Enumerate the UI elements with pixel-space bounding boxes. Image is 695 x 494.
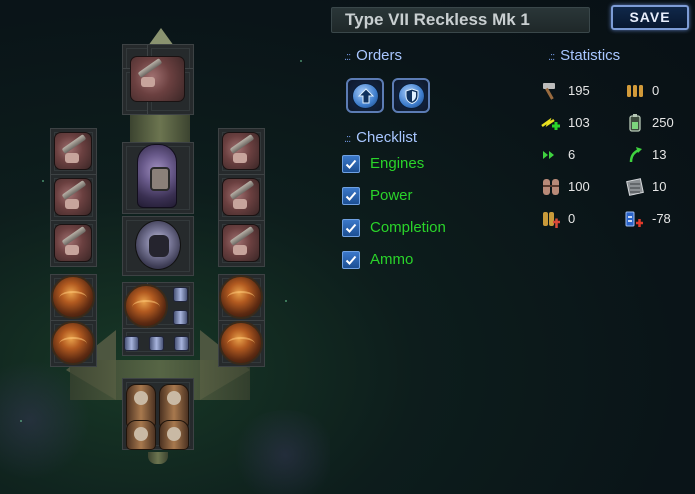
stat-value: 100 xyxy=(568,179,590,194)
checklist-label: Completion xyxy=(370,219,446,236)
hull-tail xyxy=(148,452,168,464)
checklist-label: Ammo xyxy=(370,251,414,268)
stat-value: 13 xyxy=(652,147,667,162)
cannon-component[interactable] xyxy=(222,178,260,216)
turret-component[interactable] xyxy=(130,56,185,102)
checkmark-icon xyxy=(345,191,357,201)
turn-icon xyxy=(629,147,642,163)
checkmark-icon xyxy=(345,223,357,233)
shield-generator-component[interactable] xyxy=(51,321,95,365)
battery-icon xyxy=(629,114,641,132)
stat-value: 10 xyxy=(652,179,667,194)
dots-icon: .:: xyxy=(548,51,555,63)
checkbox[interactable] xyxy=(342,155,360,173)
upkeep-icon xyxy=(543,212,560,228)
ammo-icon xyxy=(627,85,643,97)
orders-heading: .:: Orders xyxy=(344,47,402,64)
hammer-icon xyxy=(543,83,555,100)
ship-design-canvas[interactable] xyxy=(0,0,330,494)
orders-title: Orders xyxy=(356,47,403,64)
dots-icon: .:: xyxy=(344,133,351,145)
star xyxy=(285,300,287,302)
reactor-component[interactable] xyxy=(137,144,177,208)
checkmark-icon xyxy=(345,255,357,265)
shield-generator-component[interactable] xyxy=(124,284,168,328)
dots-icon: .:: xyxy=(344,51,351,63)
save-button[interactable]: SAVE xyxy=(611,5,689,30)
battery-component[interactable] xyxy=(174,336,189,351)
checklist-label: Power xyxy=(370,187,413,204)
cannon-component[interactable] xyxy=(54,224,92,262)
power-balance-icon xyxy=(625,211,643,227)
cannon-component[interactable] xyxy=(54,132,92,170)
stat-value: 195 xyxy=(568,83,590,98)
checkbox[interactable] xyxy=(342,251,360,269)
cannon-component[interactable] xyxy=(222,132,260,170)
checkbox[interactable] xyxy=(342,187,360,205)
stat-value: 103 xyxy=(568,115,590,130)
battery-component[interactable] xyxy=(149,336,164,351)
hull-segment xyxy=(130,112,190,144)
battery-component[interactable] xyxy=(173,310,188,325)
power-core-component[interactable] xyxy=(135,220,181,270)
order-defend-button[interactable] xyxy=(392,78,430,113)
cannon-component[interactable] xyxy=(222,224,260,262)
armor-icon xyxy=(626,178,644,196)
order-advance-button[interactable] xyxy=(346,78,384,113)
statistics-title: Statistics xyxy=(560,47,621,64)
statistics-heading: .:: Statistics xyxy=(548,47,620,64)
checklist-heading: .:: Checklist xyxy=(344,129,417,146)
checklist-label: Engines xyxy=(370,155,425,172)
battery-component[interactable] xyxy=(173,287,188,302)
stat-value: 6 xyxy=(568,147,576,162)
engine-component[interactable] xyxy=(126,420,156,450)
checkbox[interactable] xyxy=(342,219,360,237)
checkmark-icon xyxy=(345,159,357,169)
crew-icon xyxy=(543,179,559,195)
stat-value: 0 xyxy=(568,211,576,226)
shield-generator-component[interactable] xyxy=(51,275,95,319)
star xyxy=(300,60,302,62)
stat-value: 250 xyxy=(652,115,674,130)
energy-icon xyxy=(541,117,560,130)
star xyxy=(42,180,44,182)
ship-name-field[interactable]: Type VII Reckless Mk 1 xyxy=(331,7,590,33)
cannon-component[interactable] xyxy=(54,178,92,216)
checklist-title: Checklist xyxy=(356,129,418,146)
shield-generator-component[interactable] xyxy=(219,275,263,319)
engine-component[interactable] xyxy=(159,420,189,450)
arrow-up-icon xyxy=(357,88,375,104)
battery-component[interactable] xyxy=(124,336,139,351)
star xyxy=(20,420,22,422)
stat-value: -78 xyxy=(652,211,671,226)
shield-generator-component[interactable] xyxy=(219,321,263,365)
speed-icon xyxy=(543,151,554,159)
shield-icon xyxy=(405,88,419,105)
nebula-glow xyxy=(230,410,330,494)
stat-value: 0 xyxy=(652,83,660,98)
